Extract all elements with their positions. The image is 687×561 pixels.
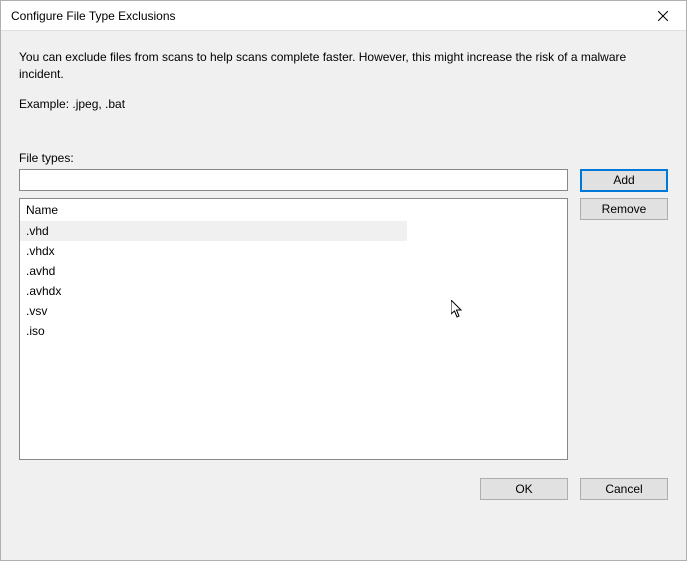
example-text: Example: .jpeg, .bat xyxy=(19,97,668,111)
close-icon xyxy=(658,11,668,21)
list-item[interactable]: .vsv xyxy=(20,301,407,321)
dialog-footer: OK Cancel xyxy=(19,466,668,500)
list-row: Name .vhd.vhdx.avhd.avhdx.vsv.iso Remove xyxy=(19,198,668,460)
list-item[interactable]: .avhd xyxy=(20,261,407,281)
list-item[interactable]: .avhdx xyxy=(20,281,407,301)
list-item[interactable]: .vhdx xyxy=(20,241,407,261)
description-text: You can exclude files from scans to help… xyxy=(19,49,668,83)
list-item[interactable]: .vhd xyxy=(20,221,407,241)
cancel-button[interactable]: Cancel xyxy=(580,478,668,500)
input-row: Add xyxy=(19,169,668,192)
close-button[interactable] xyxy=(640,1,686,31)
ok-button[interactable]: OK xyxy=(480,478,568,500)
file-types-list[interactable]: Name .vhd.vhdx.avhd.avhdx.vsv.iso xyxy=(19,198,568,460)
window-title: Configure File Type Exclusions xyxy=(11,9,176,23)
file-types-label: File types: xyxy=(19,151,668,165)
remove-button[interactable]: Remove xyxy=(580,198,668,220)
titlebar: Configure File Type Exclusions xyxy=(1,1,686,31)
dialog-content: You can exclude files from scans to help… xyxy=(1,31,686,560)
add-button[interactable]: Add xyxy=(580,169,668,192)
list-item[interactable]: .iso xyxy=(20,321,407,341)
dialog-window: Configure File Type Exclusions You can e… xyxy=(0,0,687,561)
file-types-input[interactable] xyxy=(19,169,568,191)
list-items: .vhd.vhdx.avhd.avhdx.vsv.iso xyxy=(20,221,567,341)
list-column-header: Name xyxy=(20,199,567,221)
